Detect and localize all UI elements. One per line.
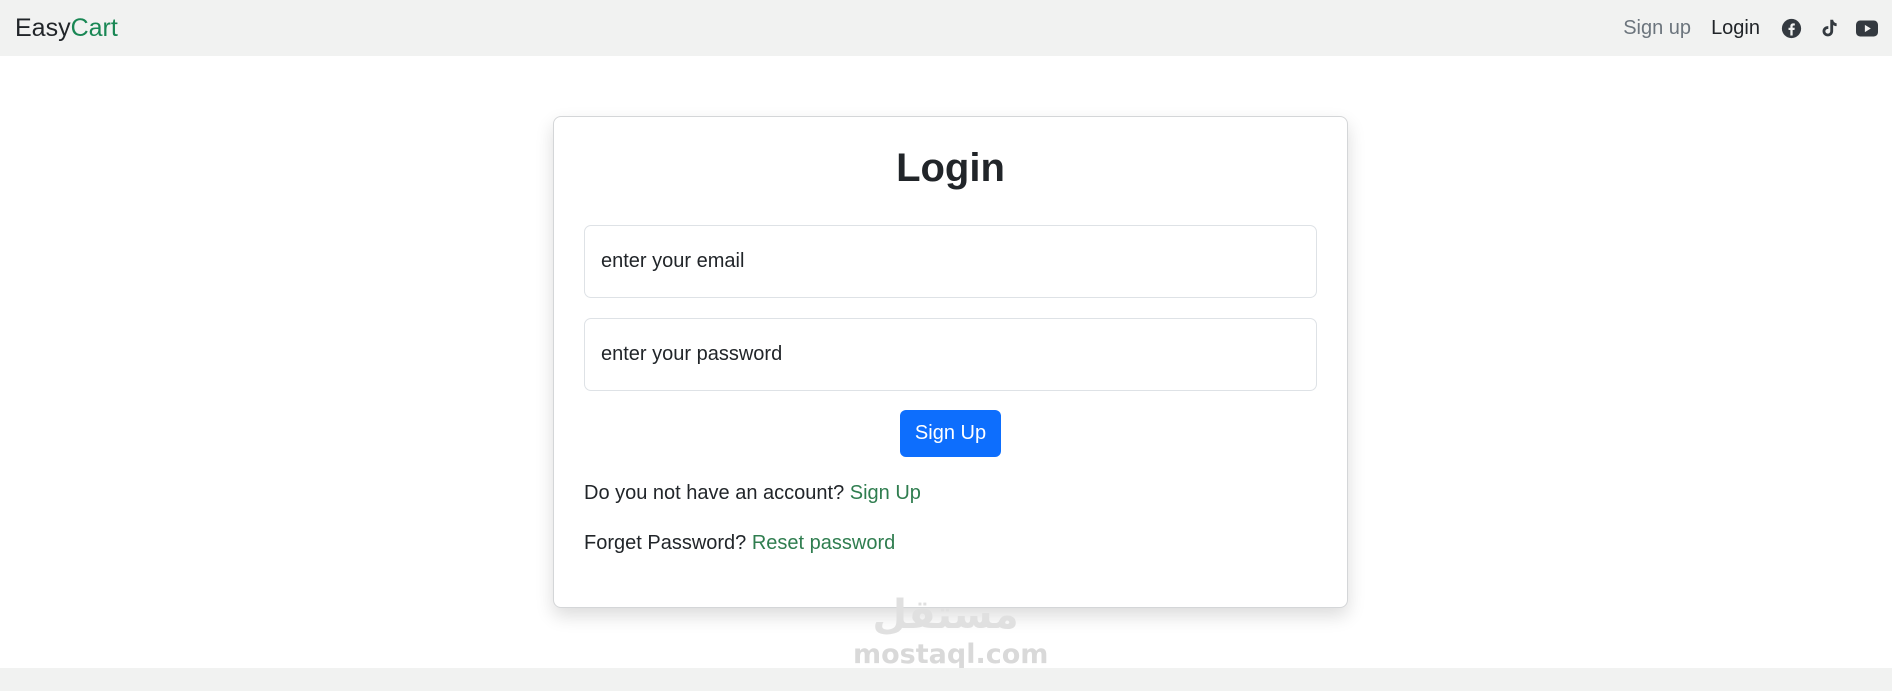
mostaql-watermark: مستقل mostaql.com — [853, 590, 1049, 676]
forgot-password-row: Forget Password? Reset password — [584, 532, 895, 555]
watermark-latin-text: mostaql.com — [853, 639, 1049, 670]
nav-right-group: Sign up Login — [1623, 0, 1878, 56]
facebook-icon[interactable] — [1780, 17, 1802, 39]
reset-password-link[interactable]: Reset password — [752, 532, 895, 554]
password-field[interactable] — [584, 318, 1317, 391]
submit-button[interactable]: Sign Up — [900, 410, 1001, 457]
brand-logo[interactable]: Easy Cart — [15, 13, 118, 42]
signup-prompt-row: Do you not have an account? Sign Up — [584, 482, 921, 505]
watermark-arabic-text: مستقل — [872, 592, 1019, 638]
email-field[interactable] — [584, 225, 1317, 298]
signup-prompt-text: Do you not have an account? — [584, 482, 845, 504]
social-icons — [1780, 17, 1878, 39]
tiktok-icon[interactable] — [1818, 17, 1840, 39]
nav-link-login[interactable]: Login — [1711, 17, 1760, 40]
top-navbar: Easy Cart Sign up Login — [0, 0, 1892, 56]
footer-bar — [0, 668, 1892, 691]
brand-name-part1: Easy — [15, 13, 71, 42]
forgot-password-text: Forget Password? — [584, 532, 747, 554]
login-title: Login — [896, 146, 1005, 190]
brand-name-part2: Cart — [70, 13, 118, 42]
nav-link-signup[interactable]: Sign up — [1623, 17, 1691, 40]
youtube-icon[interactable] — [1856, 17, 1878, 39]
signup-link[interactable]: Sign Up — [850, 482, 921, 504]
